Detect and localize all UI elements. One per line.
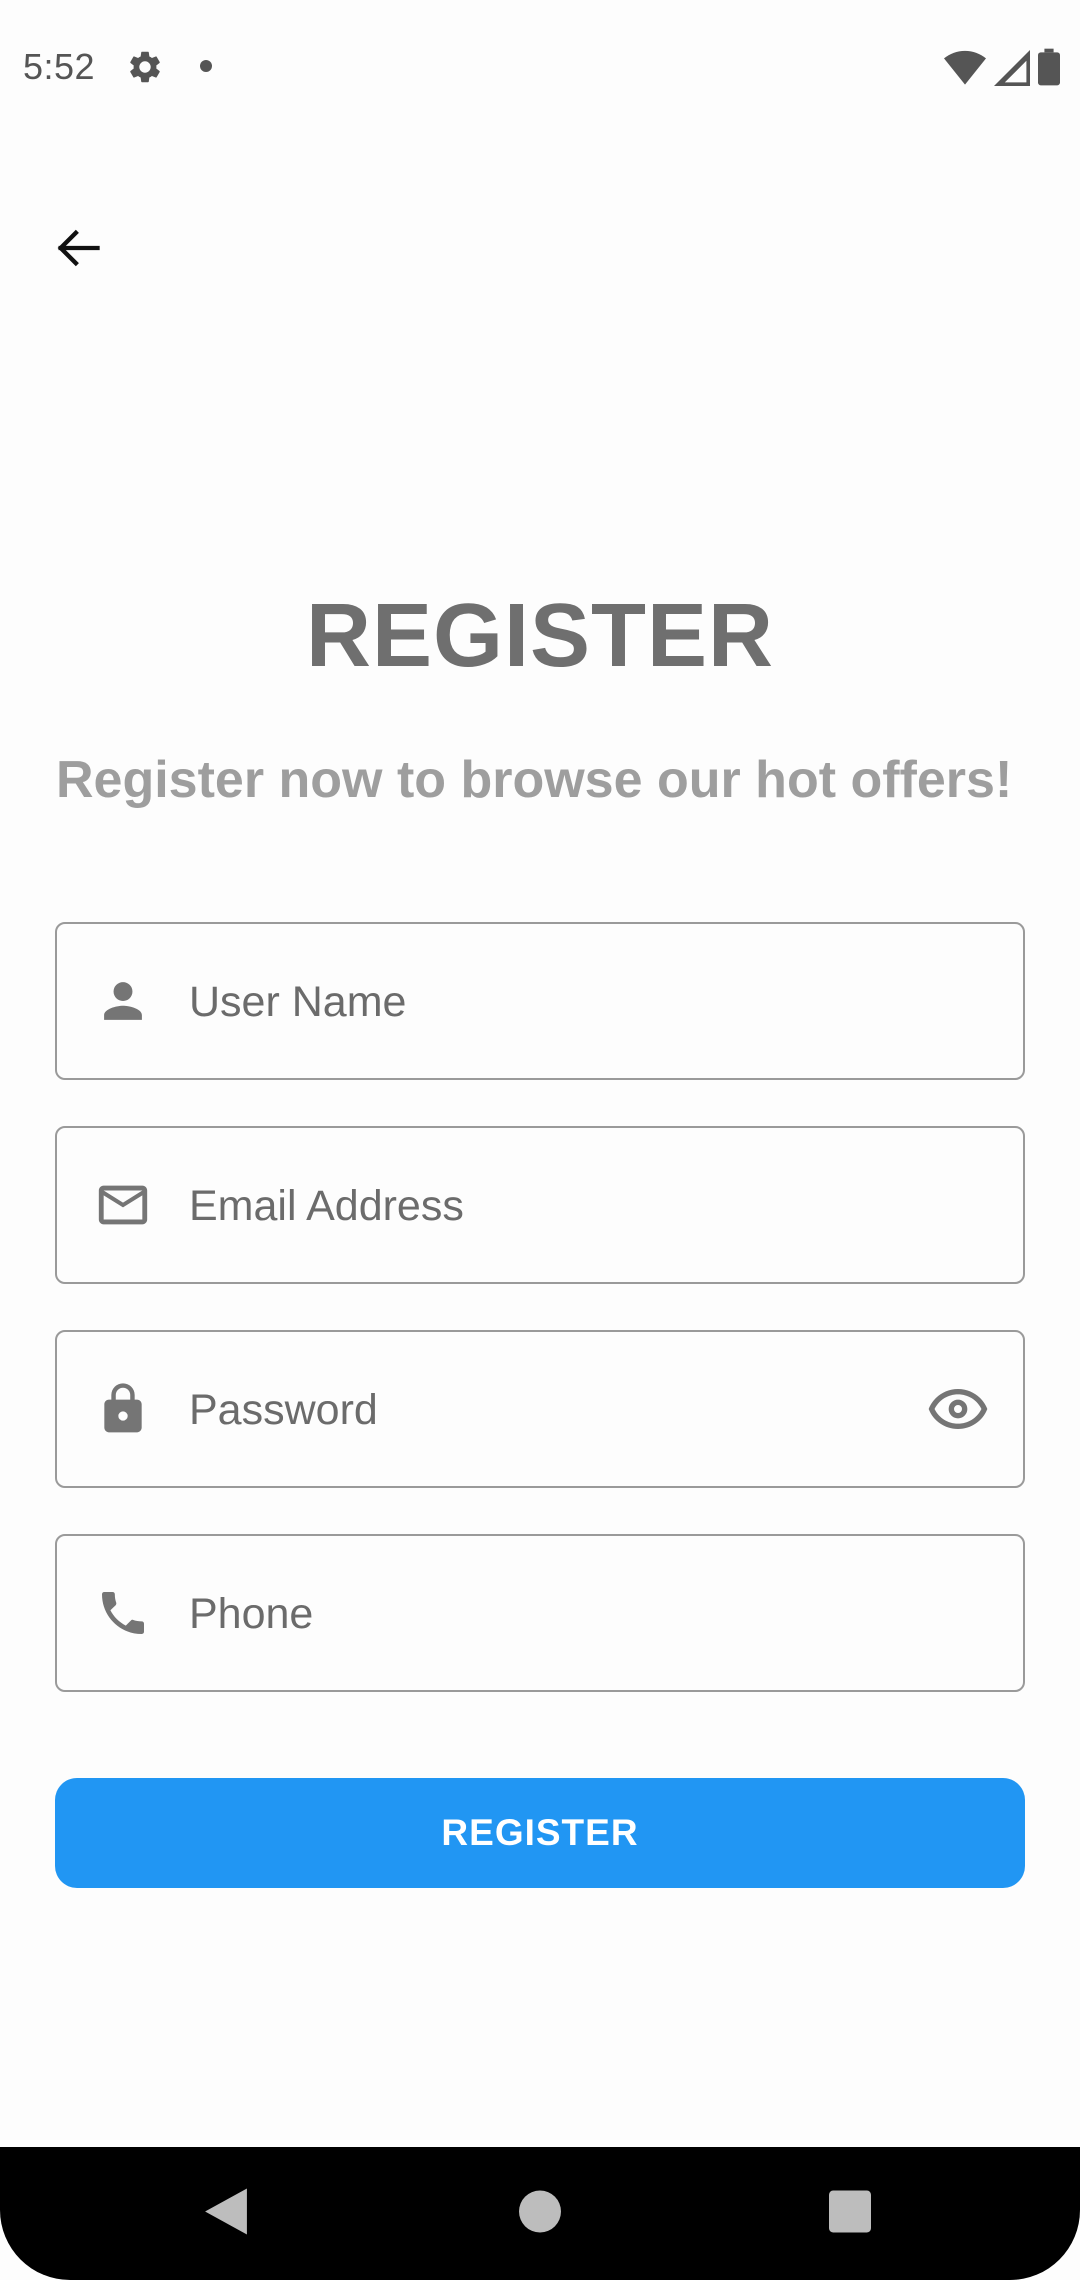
status-icons xyxy=(944,48,1060,91)
arrow-back-icon xyxy=(57,229,100,267)
signal-icon xyxy=(994,50,1030,91)
password-input[interactable] xyxy=(187,1332,871,1488)
password-field[interactable] xyxy=(55,1330,1025,1488)
person-icon xyxy=(93,971,153,1031)
eye-icon[interactable] xyxy=(923,1374,993,1444)
username-field[interactable] xyxy=(55,922,1025,1080)
status-time: 5:52 xyxy=(23,46,96,87)
page-title: REGISTER xyxy=(305,586,775,686)
phone-icon xyxy=(93,1583,153,1643)
battery-icon xyxy=(1038,48,1060,91)
settings-gear-icon xyxy=(126,48,164,86)
username-input[interactable] xyxy=(187,924,871,1080)
page-subtitle: Register now to browse our hot offers! xyxy=(56,751,1013,809)
recents-square-icon[interactable] xyxy=(829,2190,871,2237)
status-bar: 5:52 xyxy=(0,0,1080,135)
home-circle-icon[interactable] xyxy=(519,2190,561,2237)
email-input[interactable] xyxy=(187,1128,871,1284)
lock-icon xyxy=(93,1379,153,1439)
register-button[interactable]: REGISTER xyxy=(55,1778,1025,1888)
back-triangle-icon[interactable] xyxy=(205,2188,247,2239)
system-nav-bar xyxy=(0,2147,1080,2280)
notification-dot-icon xyxy=(200,60,212,72)
phone-field[interactable] xyxy=(55,1534,1025,1692)
back-button[interactable] xyxy=(40,210,116,286)
mail-icon xyxy=(93,1175,153,1235)
email-field[interactable] xyxy=(55,1126,1025,1284)
wifi-icon xyxy=(944,50,986,91)
phone-input[interactable] xyxy=(187,1536,871,1692)
